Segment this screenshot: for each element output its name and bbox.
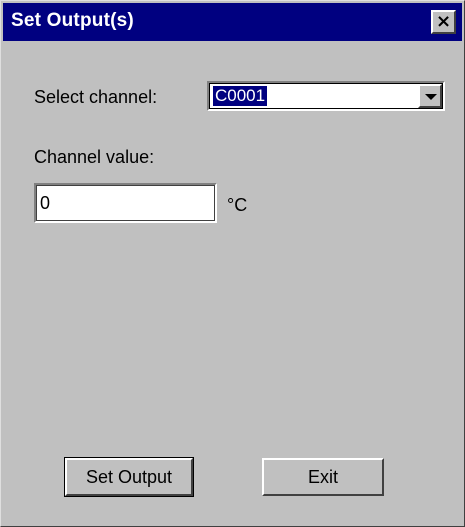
set-output-button[interactable]: Set Output bbox=[64, 457, 194, 497]
close-icon: × bbox=[435, 11, 452, 32]
close-button[interactable]: × bbox=[431, 10, 456, 34]
set-output-dialog: Set Output(s) × Select channel: C0001 Ch… bbox=[0, 0, 465, 527]
exit-button-label: Exit bbox=[307, 466, 338, 487]
channel-select-value: C0001 bbox=[213, 86, 268, 106]
select-channel-label: Select channel: bbox=[34, 87, 158, 107]
exit-button[interactable]: Exit bbox=[262, 458, 384, 496]
chevron-down-icon bbox=[425, 94, 437, 100]
unit-label: °C bbox=[227, 195, 248, 215]
title-bar: Set Output(s) × bbox=[3, 3, 462, 41]
set-output-button-label: Set Output bbox=[85, 466, 173, 487]
channel-value-input[interactable] bbox=[34, 183, 217, 223]
dialog-title: Set Output(s) bbox=[11, 10, 134, 31]
dropdown-button[interactable] bbox=[418, 84, 442, 108]
channel-select[interactable]: C0001 bbox=[207, 81, 445, 111]
channel-value-label: Channel value: bbox=[34, 147, 155, 167]
